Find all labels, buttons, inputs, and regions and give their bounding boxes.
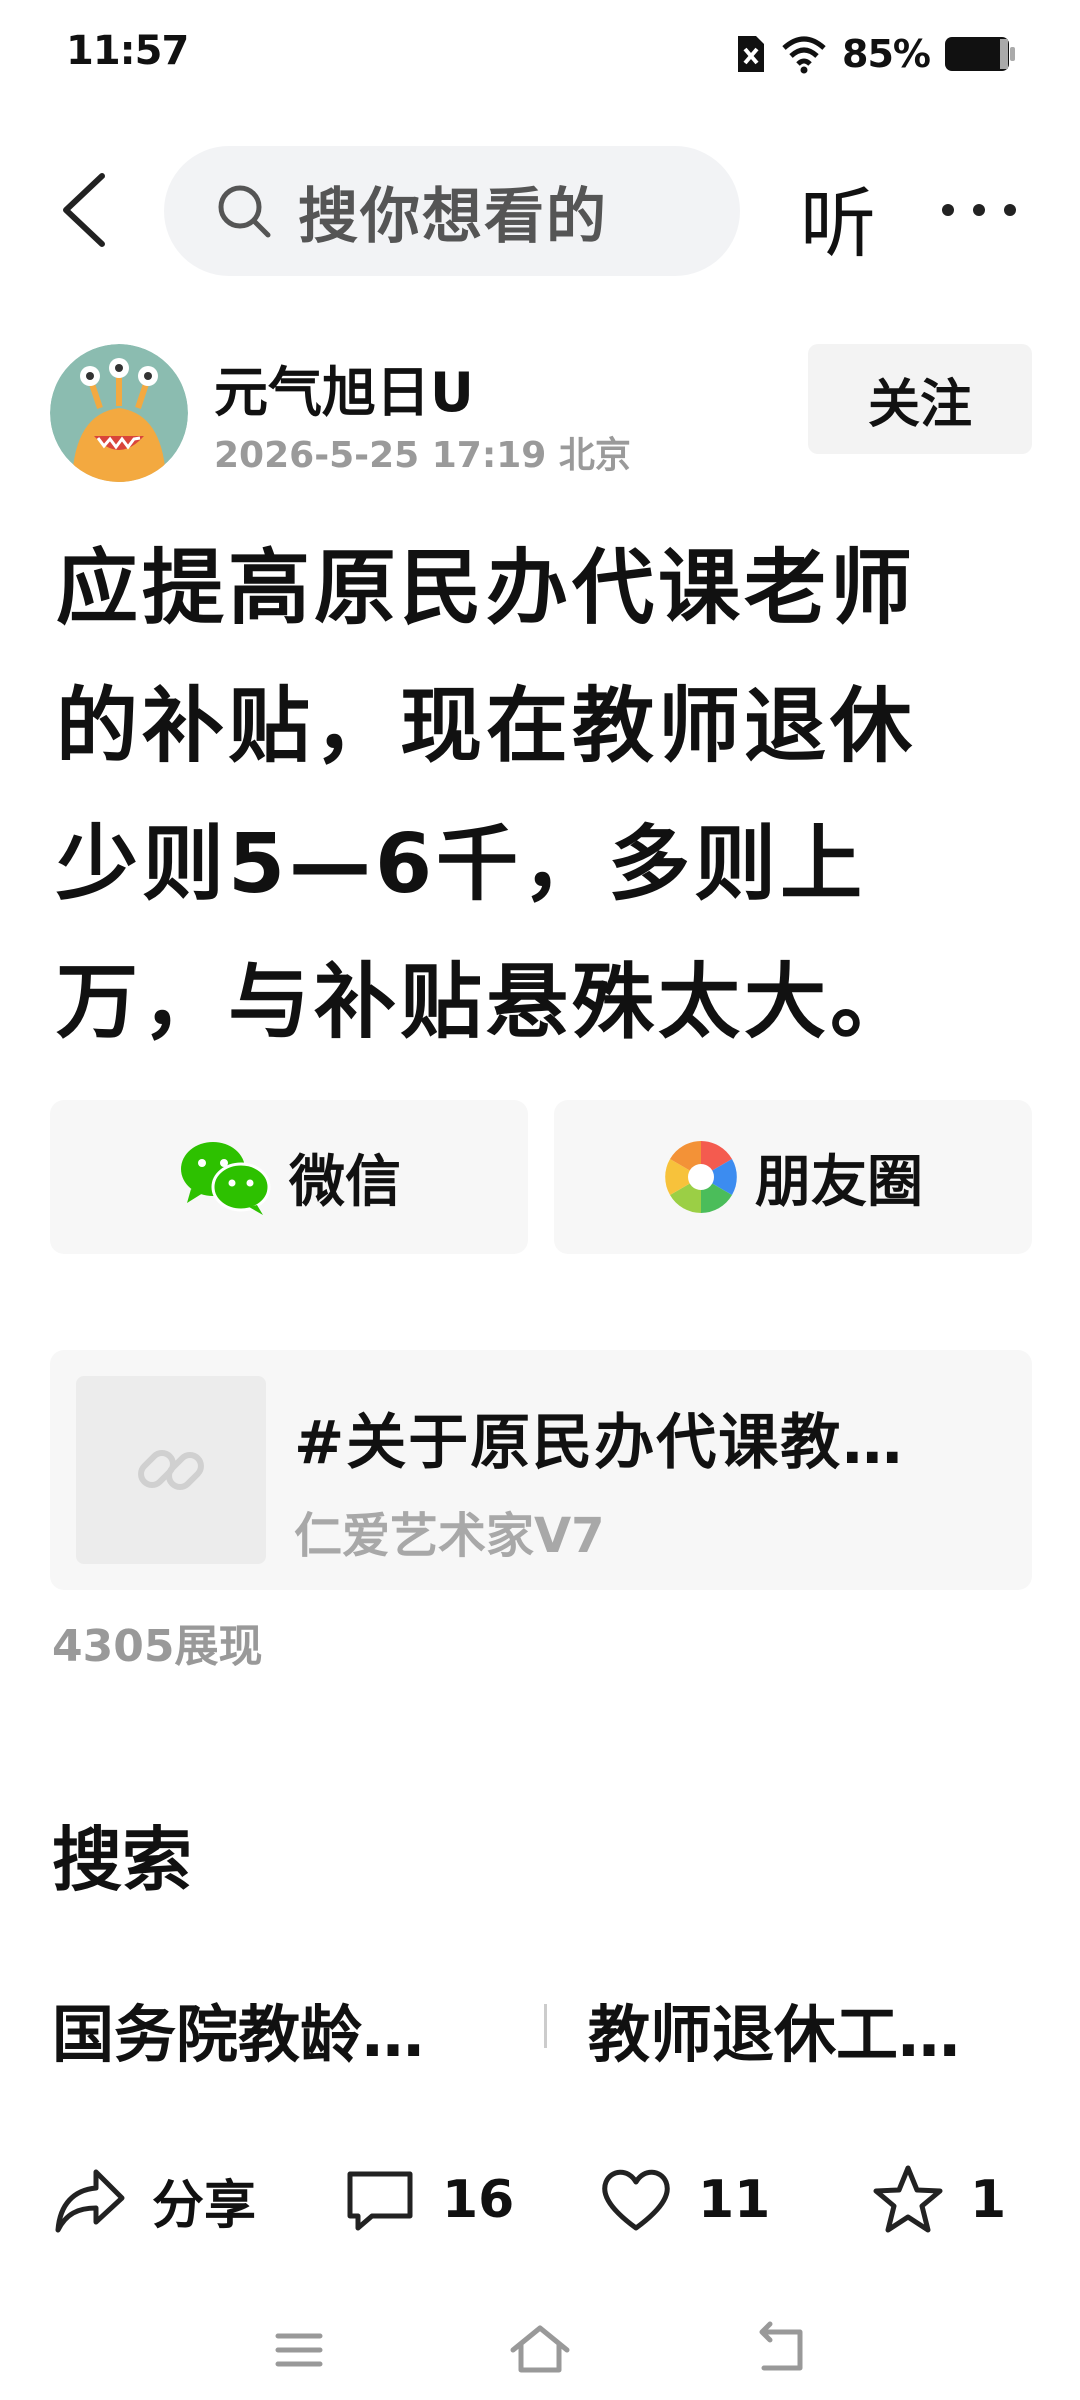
no-sim-icon xyxy=(738,36,765,72)
battery-percent: 85% xyxy=(842,32,931,76)
share-button[interactable]: 分享 xyxy=(52,2150,256,2250)
avatar[interactable] xyxy=(50,344,188,482)
share-row: 微信 朋友圈 xyxy=(50,1100,1032,1254)
wechat-icon xyxy=(181,1142,271,1215)
author-name[interactable]: 元气旭日U xyxy=(214,348,474,427)
more-options-icon[interactable] xyxy=(934,190,1024,230)
article-title: 应提高原民办代课老师的补贴，现在教师退休少则5—6千，多则上万，与补贴悬殊太大。 xyxy=(56,541,917,1050)
moments-aperture-icon xyxy=(665,1141,737,1213)
favorite-button[interactable]: 1 xyxy=(870,2150,1006,2250)
system-nav-bar xyxy=(0,2300,1080,2400)
wifi-icon xyxy=(782,36,826,74)
battery-icon xyxy=(945,37,1015,71)
search-icon xyxy=(218,185,271,238)
search-input[interactable]: 搜你想看的 xyxy=(164,146,740,276)
share-arrow-icon xyxy=(55,2169,125,2233)
search-suggestion[interactable]: 国务院教龄… xyxy=(52,1984,424,2074)
link-card-author: 仁爱艺术家V7 xyxy=(294,1508,605,1564)
share-label: 分享 xyxy=(152,2175,257,2236)
author-header: 元气旭日U 2026-5-25 17:19 北京 关注 xyxy=(0,340,1080,490)
home-icon[interactable] xyxy=(505,2320,575,2380)
search-suggestions: 国务院教龄… 教师退休工… xyxy=(52,1984,1032,2071)
comment-icon xyxy=(347,2171,413,2231)
top-bar: 搜你想看的 听 xyxy=(0,140,1080,280)
suggestion-divider xyxy=(544,2004,547,2048)
status-time: 11:57 xyxy=(66,28,189,74)
comment-button[interactable]: 16 xyxy=(342,2150,514,2250)
link-thumbnail xyxy=(76,1376,266,1564)
share-moments-button[interactable]: 朋友圈 xyxy=(554,1100,1032,1254)
follow-button[interactable]: 关注 xyxy=(808,344,1032,454)
favorite-count: 1 xyxy=(970,2170,1007,2230)
comment-count: 16 xyxy=(442,2170,515,2230)
star-icon xyxy=(873,2165,943,2233)
listen-button[interactable]: 听 xyxy=(800,162,876,272)
action-bar: 分享 16 11 1 xyxy=(0,2150,1080,2250)
share-wechat-label: 微信 xyxy=(289,1149,401,1215)
back-nav-icon[interactable] xyxy=(746,2320,816,2380)
status-icons: 85% xyxy=(734,32,1016,76)
view-count: 4305展现 xyxy=(52,1621,263,1672)
link-card-title: #关于原民办代课教… xyxy=(294,1408,905,1478)
back-arrow-icon[interactable] xyxy=(56,170,112,250)
linked-topic-card[interactable]: #关于原民办代课教… 仁爱艺术家V7 xyxy=(50,1350,1032,1590)
post-timestamp-location: 2026-5-25 17:19 北京 xyxy=(214,435,631,476)
search-section-heading: 搜索 xyxy=(52,1819,192,1901)
status-bar: 11:57 85% xyxy=(0,0,1080,120)
heart-icon xyxy=(602,2169,670,2231)
share-wechat-button[interactable]: 微信 xyxy=(50,1100,528,1254)
share-moments-label: 朋友圈 xyxy=(755,1149,923,1215)
search-placeholder: 搜你想看的 xyxy=(298,181,608,252)
menu-icon[interactable] xyxy=(264,2320,334,2380)
like-count: 11 xyxy=(698,2170,771,2230)
link-icon xyxy=(138,1450,204,1490)
like-button[interactable]: 11 xyxy=(598,2150,770,2250)
search-suggestion[interactable]: 教师退休工… xyxy=(588,1984,960,2074)
